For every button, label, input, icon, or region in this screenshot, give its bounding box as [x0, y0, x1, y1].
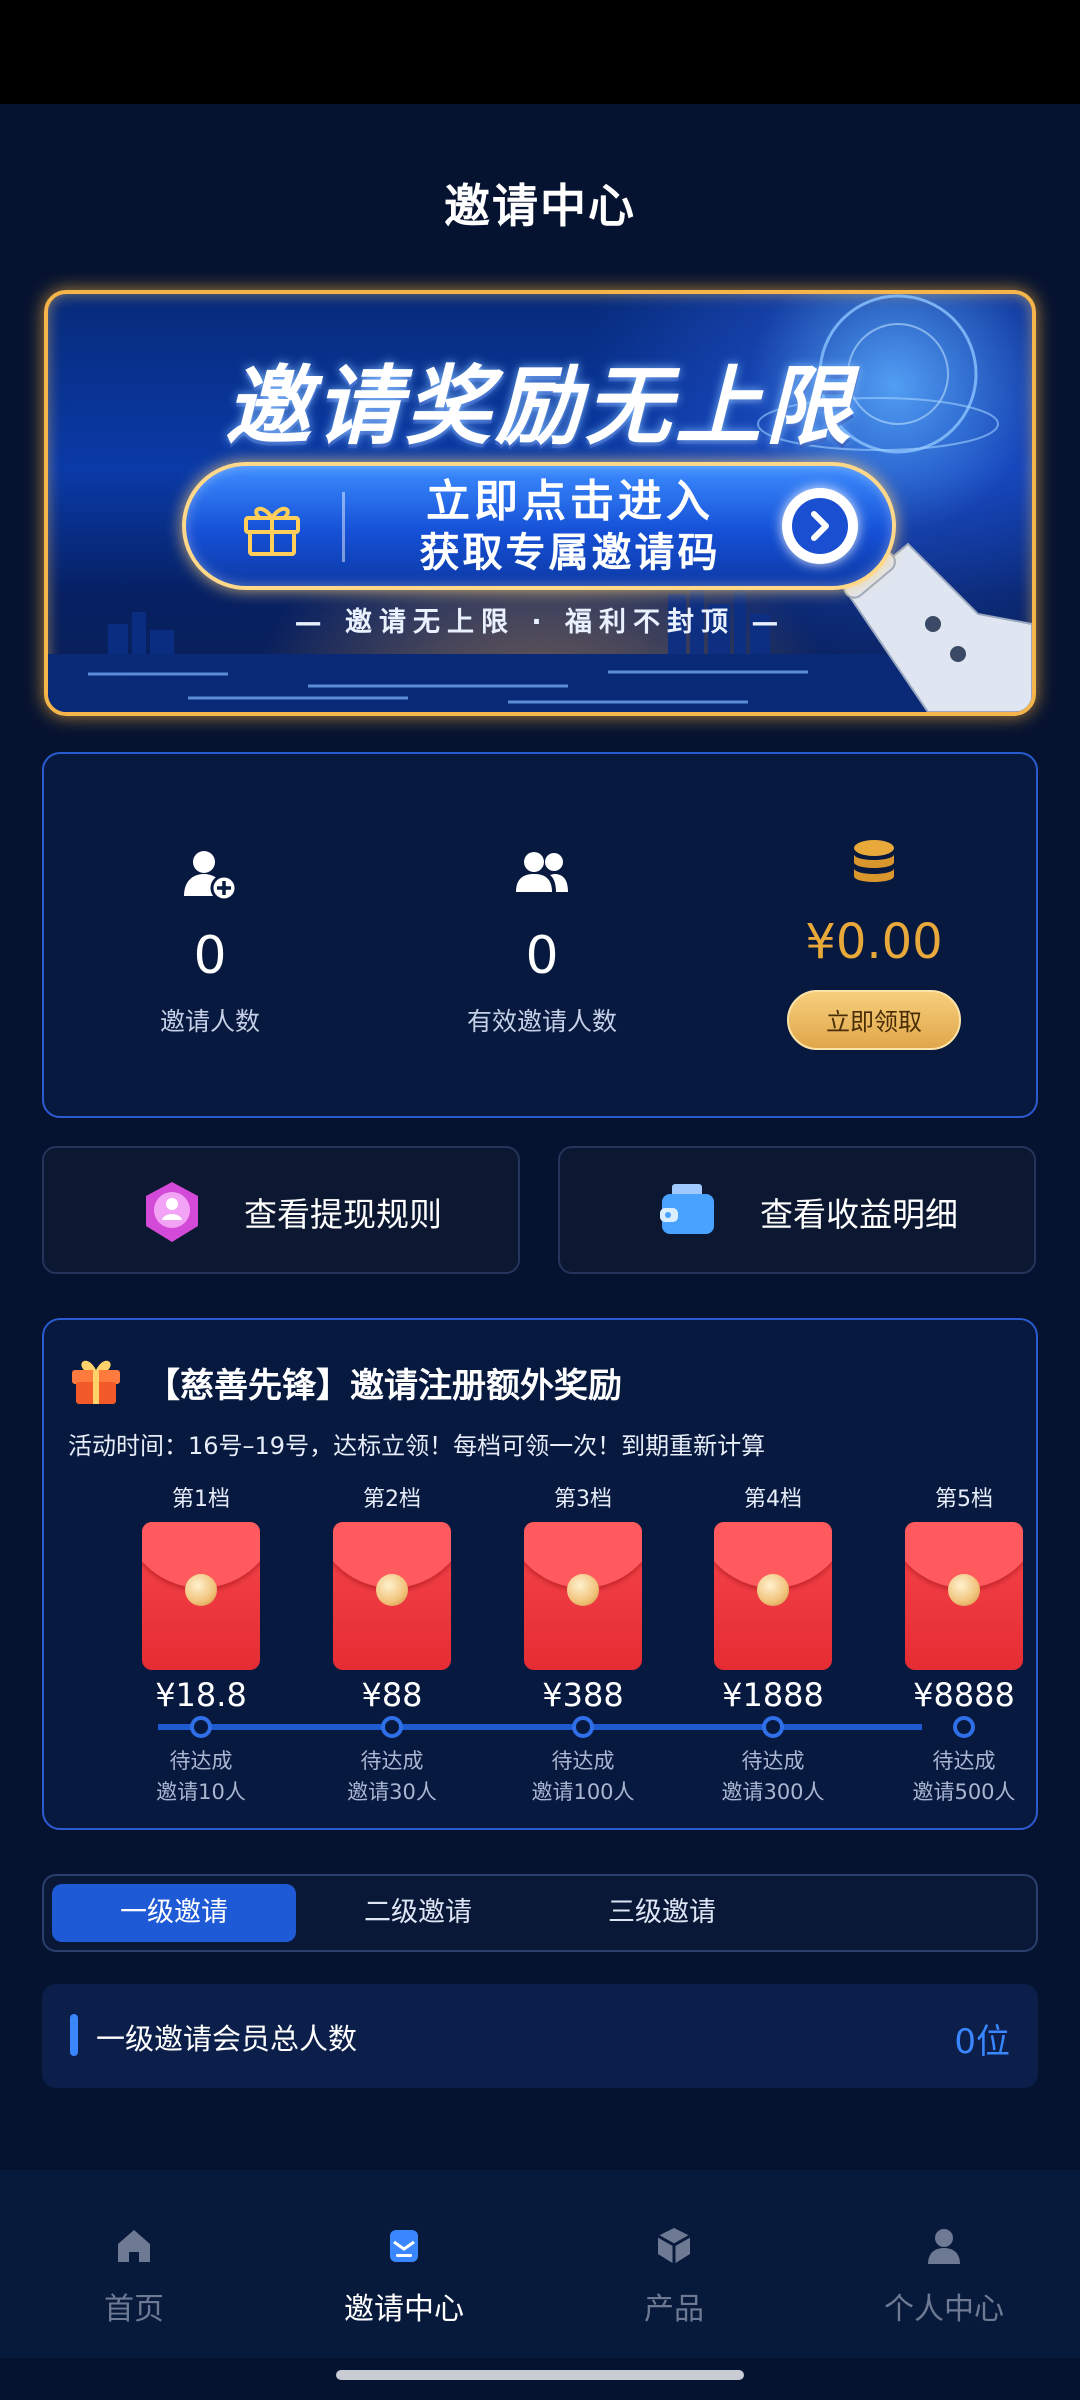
nav-products[interactable]: 产品	[574, 2224, 774, 2328]
red-envelope-icon	[714, 1522, 832, 1670]
tier-status: 待达成	[169, 1749, 233, 1773]
home-indicator[interactable]	[336, 2370, 744, 2380]
tier-name: 第2档	[363, 1487, 421, 1512]
coins-icon	[854, 840, 894, 882]
valid-invite-count-value: 0	[525, 926, 559, 986]
accent-bar	[70, 2014, 78, 2056]
reward-tier[interactable]: 第1档 ¥18.8 待达成 邀请10人	[126, 1482, 276, 1808]
tier-amount: ¥1888	[722, 1676, 824, 1714]
banner-cta-line1: 立即点击进入	[426, 476, 714, 527]
gift-icon	[244, 506, 300, 556]
nav-home[interactable]: 首页	[34, 2224, 234, 2328]
pill-divider	[342, 492, 345, 562]
extra-reward-card: 【慈善先锋】邀请注册额外奖励 活动时间：16号–19号，达标立领！每档可领一次！…	[42, 1318, 1038, 1830]
reward-subtitle: 活动时间：16号–19号，达标立领！每档可领一次！到期重新计算	[68, 1432, 766, 1460]
bottom-navigation: 首页 邀请中心 产品 个人中心	[0, 2170, 1080, 2358]
summary-label: 一级邀请会员总人数	[96, 2022, 358, 2056]
wallet-icon	[660, 1184, 714, 1234]
tier-name: 第4档	[744, 1487, 802, 1512]
progress-dot	[953, 1716, 975, 1738]
nav-invite-center-label: 邀请中心	[344, 2292, 464, 2327]
page-title: 邀请中心	[444, 179, 636, 233]
invite-count-value: 0	[193, 926, 227, 986]
nav-invite-center[interactable]: 邀请中心	[304, 2224, 504, 2328]
progress-dot	[572, 1716, 594, 1738]
banner-cta-text: 立即点击进入 获取专属邀请码	[370, 476, 770, 578]
banner-headline: 邀请奖励无上限	[225, 357, 855, 457]
tier-requirement: 邀请500人	[912, 1780, 1016, 1804]
reward-tier[interactable]: 第3档 ¥388 待达成 邀请100人	[508, 1482, 658, 1808]
earnings-stat: ¥0.00 立即领取	[708, 754, 1040, 1116]
user-icon	[928, 2229, 960, 2264]
tier-status: 待达成	[360, 1749, 424, 1773]
tier-requirement: 邀请100人	[531, 1780, 635, 1804]
arrow-right-icon[interactable]	[782, 488, 858, 564]
tier-name: 第3档	[554, 1487, 612, 1512]
claim-now-button[interactable]: 立即领取	[787, 990, 961, 1050]
earnings-value: ¥0.00	[805, 914, 943, 970]
withdraw-rules-label: 查看提现规则	[244, 1195, 442, 1234]
level1-member-summary: 一级邀请会员总人数 0位	[42, 1984, 1038, 2088]
progress-dot	[762, 1716, 784, 1738]
banner-tagline: — 邀请无上限 · 福利不封顶 —	[294, 607, 786, 638]
withdraw-rules-button[interactable]: 查看提现规则	[42, 1146, 520, 1274]
tier-status: 待达成	[932, 1749, 996, 1773]
product-cube-icon	[657, 2228, 691, 2264]
tab-level-2[interactable]: 二级邀请	[296, 1884, 540, 1942]
nav-products-label: 产品	[644, 2292, 704, 2327]
valid-invite-count-label: 有效邀请人数	[466, 1007, 617, 1036]
invite-stats-card: 0 邀请人数 0 有效邀请人数 ¥0.00 立即领取	[42, 752, 1038, 1118]
earnings-detail-button[interactable]: 查看收益明细	[558, 1146, 1036, 1274]
home-icon	[118, 2230, 150, 2262]
invite-icon	[390, 2230, 418, 2262]
get-invite-code-button[interactable]: 立即点击进入 获取专属邀请码	[182, 462, 896, 590]
invite-count-stat: 0 邀请人数	[44, 754, 376, 1116]
tier-amount: ¥388	[542, 1676, 624, 1714]
tier-requirement: 邀请300人	[721, 1780, 825, 1804]
reward-title: 【慈善先锋】邀请注册额外奖励	[146, 1366, 622, 1406]
invite-count-label: 邀请人数	[159, 1007, 260, 1036]
progress-dot	[190, 1716, 212, 1738]
red-envelope-icon	[142, 1522, 260, 1670]
reward-tier[interactable]: 第4档 ¥1888 待达成 邀请300人	[698, 1482, 848, 1808]
invite-level-tabs: 一级邀请 二级邀请 三级邀请	[42, 1874, 1038, 1952]
valid-invite-count-stat: 0 有效邀请人数	[376, 754, 708, 1116]
tier-status: 待达成	[741, 1749, 805, 1773]
nav-profile[interactable]: 个人中心	[844, 2224, 1044, 2328]
red-envelope-icon	[524, 1522, 642, 1670]
tier-amount: ¥88	[361, 1676, 423, 1714]
progress-dot	[381, 1716, 403, 1738]
tier-name: 第1档	[172, 1487, 230, 1512]
add-user-icon	[184, 851, 238, 902]
tab-level-1[interactable]: 一级邀请	[52, 1884, 296, 1942]
red-envelope-icon	[333, 1522, 451, 1670]
tier-requirement: 邀请10人	[156, 1780, 246, 1804]
tier-amount: ¥18.8	[155, 1676, 247, 1714]
gift-box-icon	[72, 1360, 120, 1404]
banner-cta-line2: 获取专属邀请码	[419, 530, 721, 576]
earnings-detail-label: 查看收益明细	[760, 1195, 958, 1234]
tier-name: 第5档	[935, 1487, 993, 1512]
tier-status: 待达成	[551, 1749, 615, 1773]
withdraw-rules-icon	[146, 1182, 198, 1242]
nav-profile-label: 个人中心	[884, 2292, 1004, 2327]
tier-amount: ¥8888	[913, 1676, 1015, 1714]
tier-requirement: 邀请30人	[347, 1780, 437, 1804]
summary-value: 0位	[954, 2022, 1010, 2062]
status-bar	[0, 0, 1080, 104]
users-group-icon	[516, 852, 568, 892]
tab-level-3[interactable]: 三级邀请	[540, 1884, 784, 1942]
reward-tier[interactable]: 第2档 ¥88 待达成 邀请30人	[317, 1482, 467, 1808]
invite-banner[interactable]: 邀请奖励无上限 立即点击进入 获取专属邀请码 — 邀请无上限 · 福利不封顶 —	[44, 290, 1036, 716]
reward-tier[interactable]: 第5档 ¥8888 待达成 邀请500人	[889, 1482, 1039, 1808]
red-envelope-icon	[905, 1522, 1023, 1670]
nav-home-label: 首页	[104, 2292, 164, 2327]
